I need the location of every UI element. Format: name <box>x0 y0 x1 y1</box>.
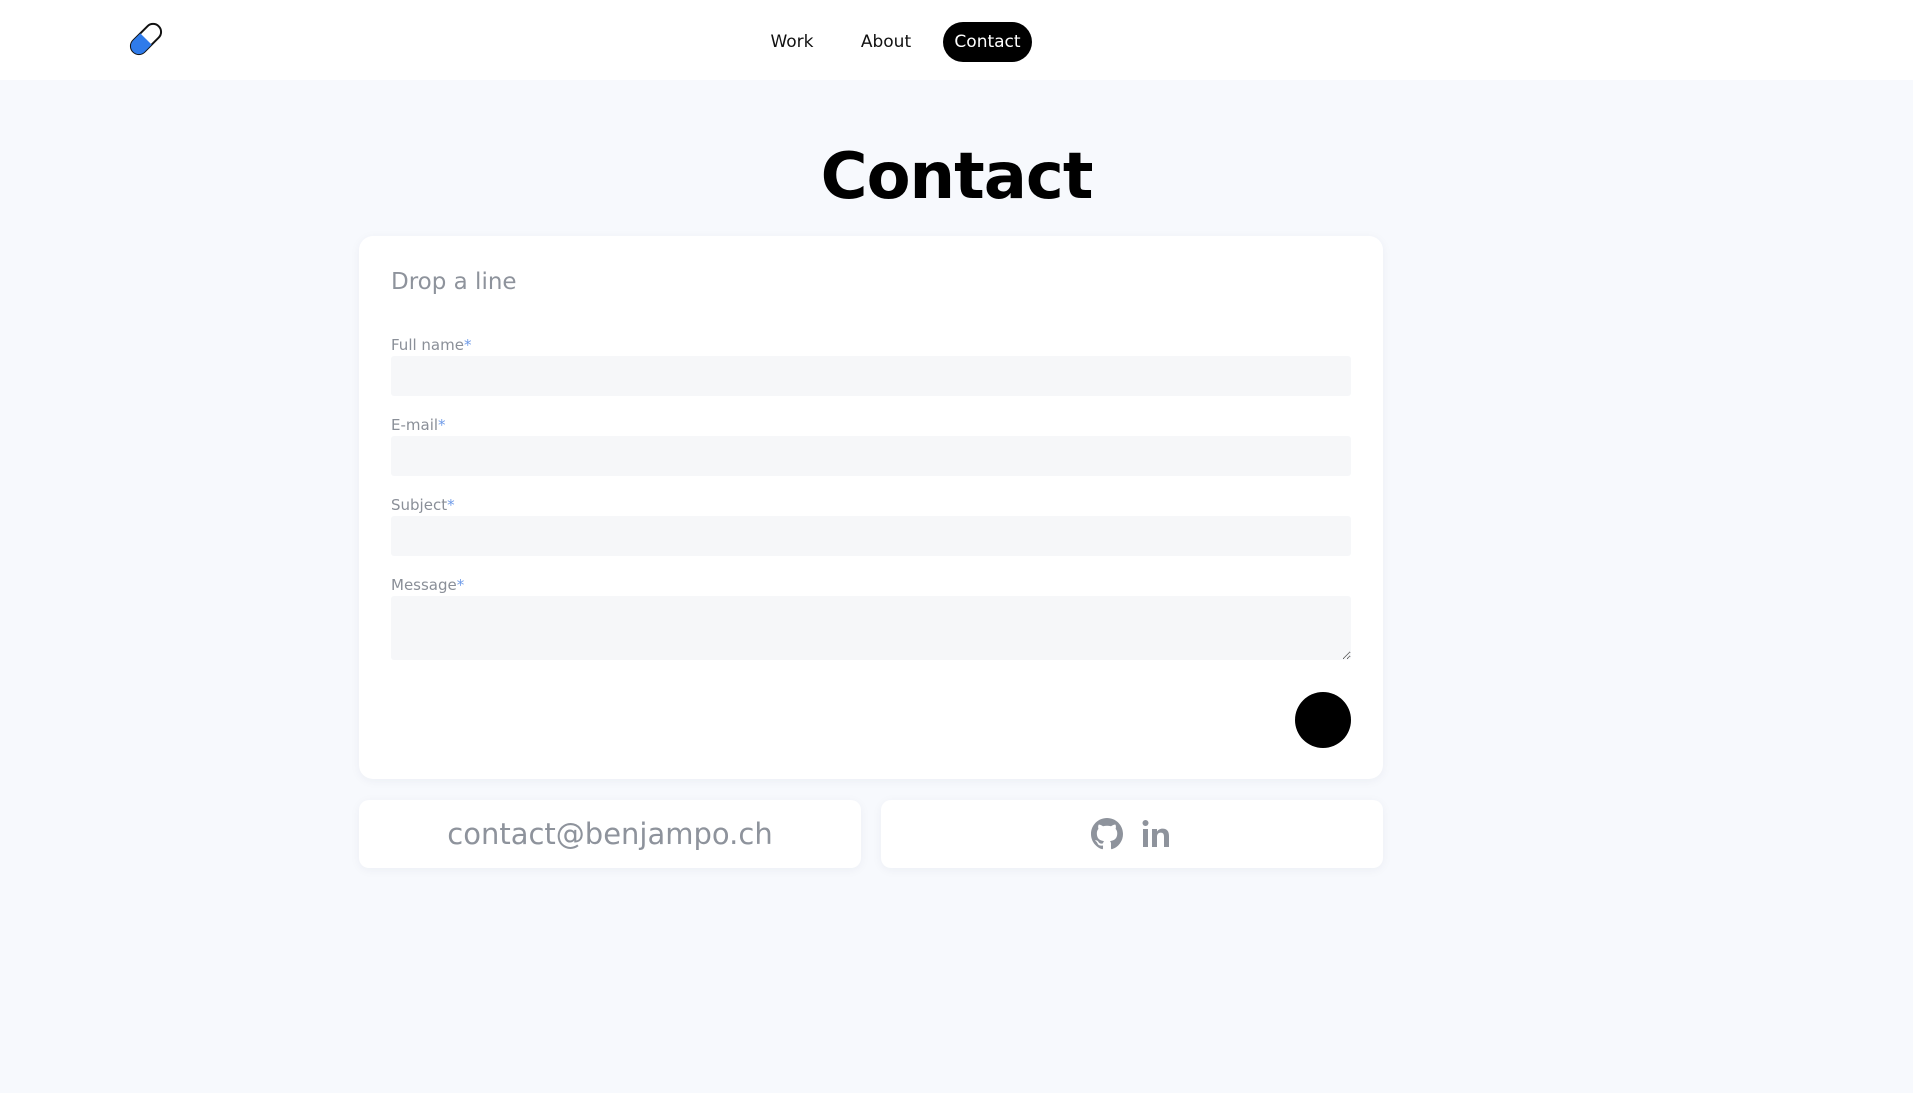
social-links <box>1091 816 1173 852</box>
main-nav: Work About Contact <box>0 22 1913 62</box>
contact-form-card: Drop a line Full name* E-mail* Subject* … <box>359 236 1383 779</box>
nav-about[interactable]: About <box>851 22 921 62</box>
page-title: Contact <box>820 140 1094 214</box>
full-name-label: Full name* <box>391 336 471 354</box>
nav-work[interactable]: Work <box>760 22 824 62</box>
email-input[interactable] <box>391 436 1351 476</box>
required-mark: * <box>447 496 455 514</box>
subject-label-text: Subject <box>391 496 448 514</box>
submit-button[interactable] <box>1295 692 1351 748</box>
full-name-label-text: Full name <box>391 336 464 354</box>
linkedin-icon[interactable] <box>1141 817 1173 851</box>
nav-contact[interactable]: Contact <box>943 22 1032 62</box>
social-card <box>881 800 1383 868</box>
message-label: Message* <box>391 576 464 594</box>
message-label-text: Message <box>391 576 457 594</box>
github-icon[interactable] <box>1091 817 1123 851</box>
message-textarea[interactable] <box>391 596 1351 660</box>
full-name-input[interactable] <box>391 356 1351 396</box>
required-mark: * <box>463 336 472 354</box>
email-label-text: E-mail <box>391 416 439 434</box>
email-label: E-mail* <box>391 416 446 434</box>
email-card: contact@benjampo.ch <box>359 800 861 868</box>
subject-label: Subject* <box>391 496 455 514</box>
subject-input[interactable] <box>391 516 1351 556</box>
top-bar: Work About Contact <box>0 0 1913 80</box>
email-link[interactable]: contact@benjampo.ch <box>359 800 861 868</box>
form-heading: Drop a line <box>391 269 517 295</box>
required-mark: * <box>456 576 465 594</box>
required-mark: * <box>438 416 446 434</box>
